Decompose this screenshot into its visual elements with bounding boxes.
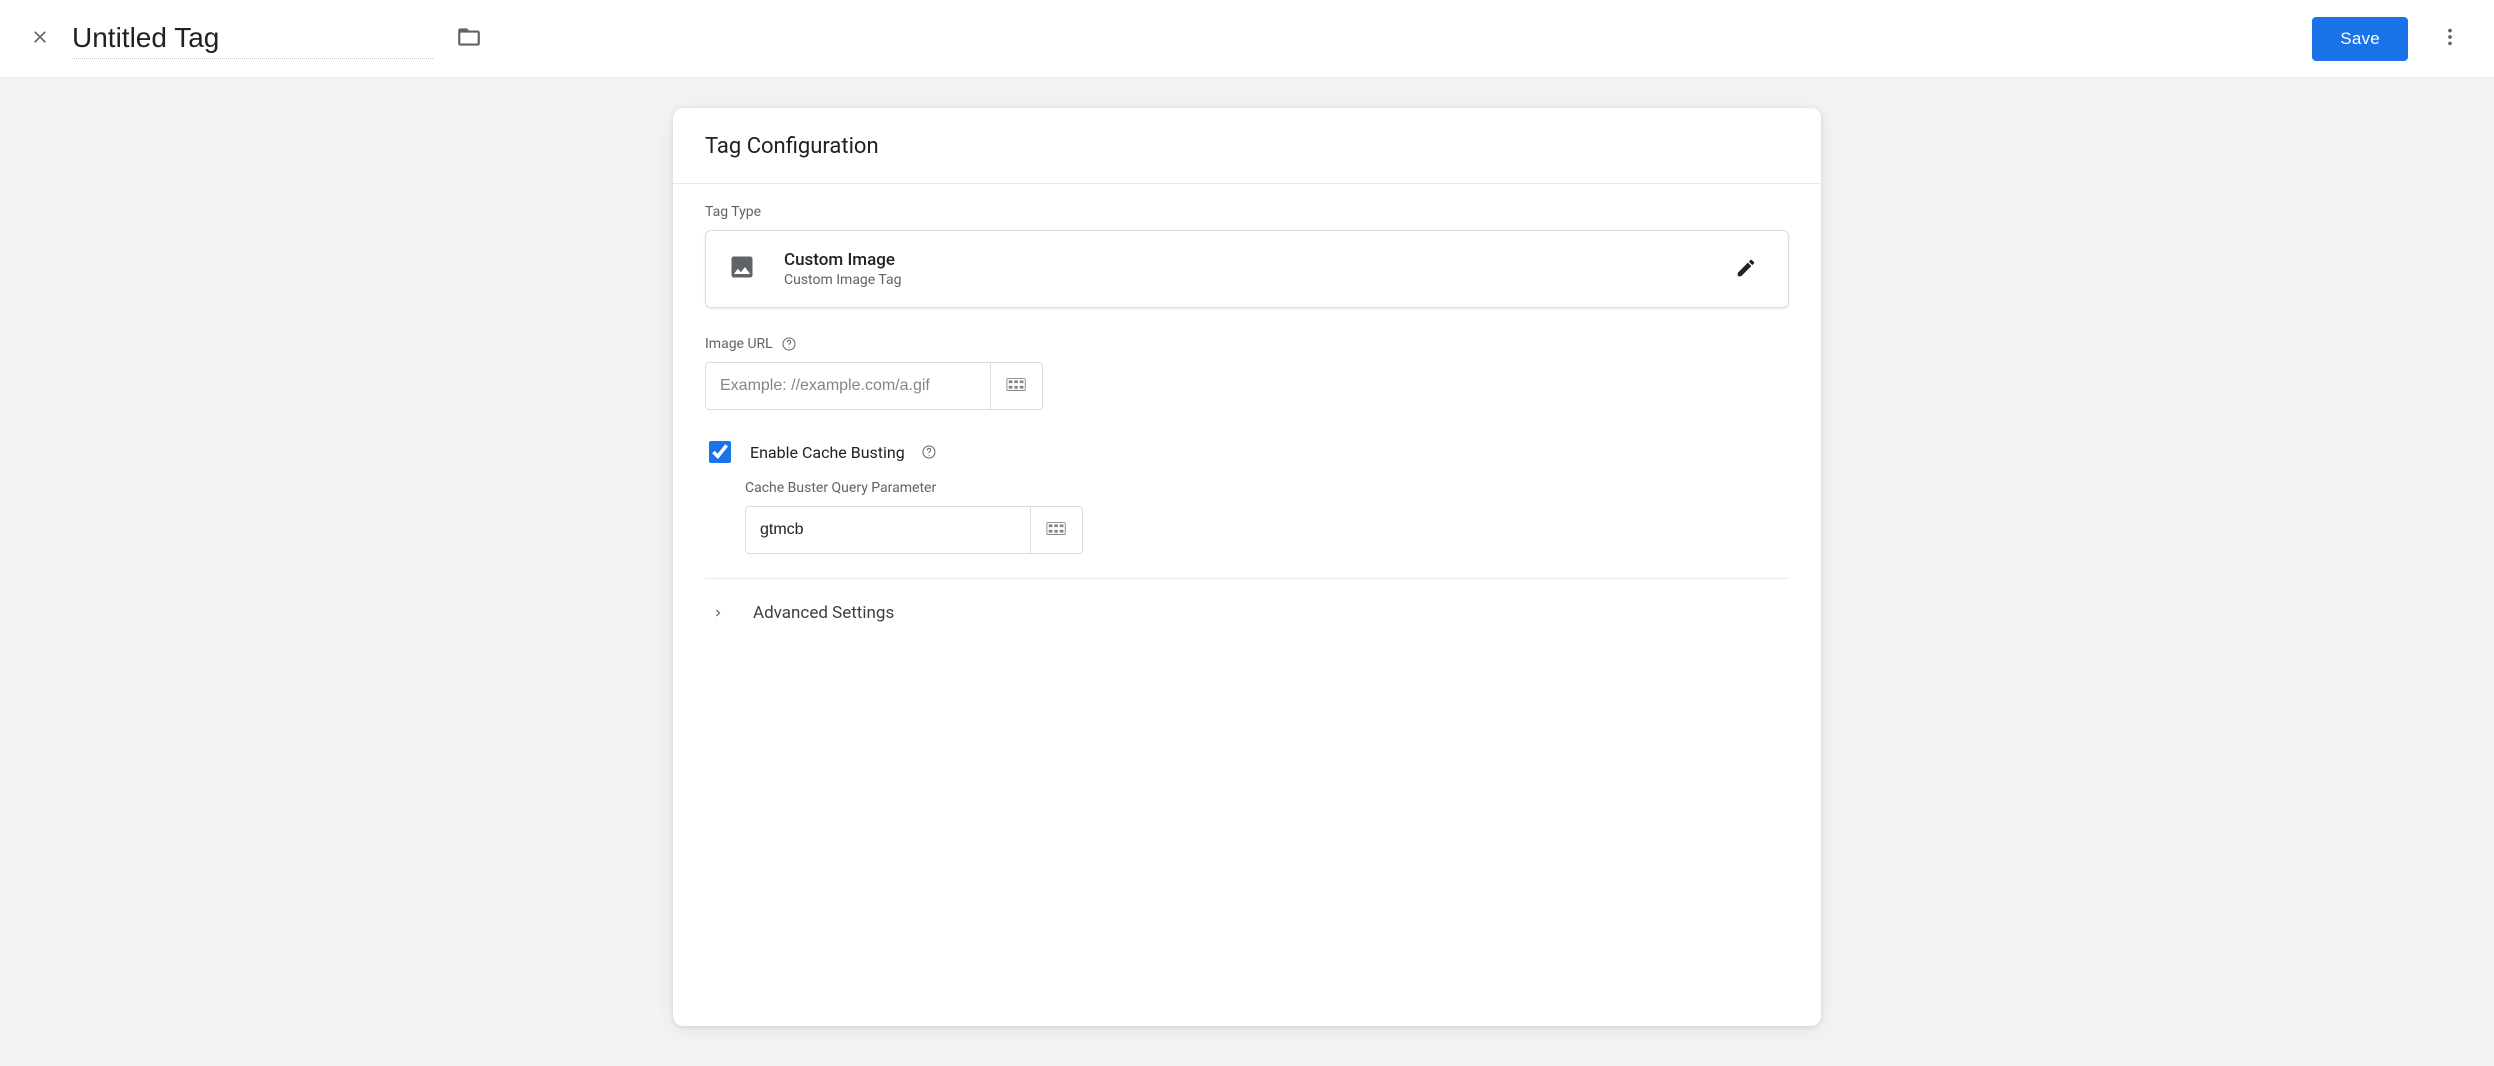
canvas: Tag Configuration Tag Type Custom Image … (0, 78, 2494, 1066)
pencil-icon (1735, 257, 1757, 282)
cache-buster-param-label: Cache Buster Query Parameter (745, 480, 1789, 496)
tag-type-tile[interactable]: Custom Image Custom Image Tag (705, 230, 1789, 308)
cache-buster-param-section: Cache Buster Query Parameter (745, 480, 1789, 554)
more-vert-icon (2439, 26, 2461, 51)
chevron-right-icon (709, 604, 727, 622)
tag-type-subtitle: Custom Image Tag (784, 272, 1698, 288)
tag-type-label: Tag Type (705, 204, 1789, 220)
image-url-label: Image URL (705, 336, 773, 352)
save-button[interactable]: Save (2312, 17, 2408, 61)
cache-busting-checkbox[interactable] (709, 441, 731, 463)
image-url-input[interactable] (705, 362, 991, 410)
more-menu-button[interactable] (2430, 19, 2470, 59)
tag-name-input[interactable] (72, 18, 433, 59)
cache-buster-param-input[interactable] (745, 506, 1031, 554)
advanced-settings-label: Advanced Settings (753, 603, 894, 623)
insert-variable-button[interactable] (991, 362, 1043, 410)
variable-icon (1006, 376, 1028, 397)
image-url-label-row: Image URL (705, 336, 1789, 352)
top-bar: Save (0, 0, 2494, 78)
tag-type-text: Custom Image Custom Image Tag (784, 250, 1698, 288)
cache-busting-row: Enable Cache Busting (705, 438, 1789, 466)
tag-type-name: Custom Image (784, 250, 1698, 270)
folder-icon (456, 24, 482, 53)
folder-button[interactable] (451, 21, 487, 57)
tag-config-card: Tag Configuration Tag Type Custom Image … (673, 108, 1821, 1026)
edit-tag-type-button[interactable] (1726, 249, 1766, 289)
card-title: Tag Configuration (673, 108, 1821, 184)
advanced-settings-toggle[interactable]: Advanced Settings (673, 579, 1821, 651)
help-icon[interactable] (781, 336, 797, 352)
cache-busting-label: Enable Cache Busting (750, 443, 905, 462)
close-icon (30, 27, 50, 50)
image-url-section: Image URL (705, 336, 1789, 410)
image-icon (728, 253, 756, 285)
help-icon[interactable] (921, 444, 937, 460)
close-button[interactable] (20, 19, 60, 59)
insert-variable-button[interactable] (1031, 506, 1083, 554)
variable-icon (1046, 520, 1068, 541)
